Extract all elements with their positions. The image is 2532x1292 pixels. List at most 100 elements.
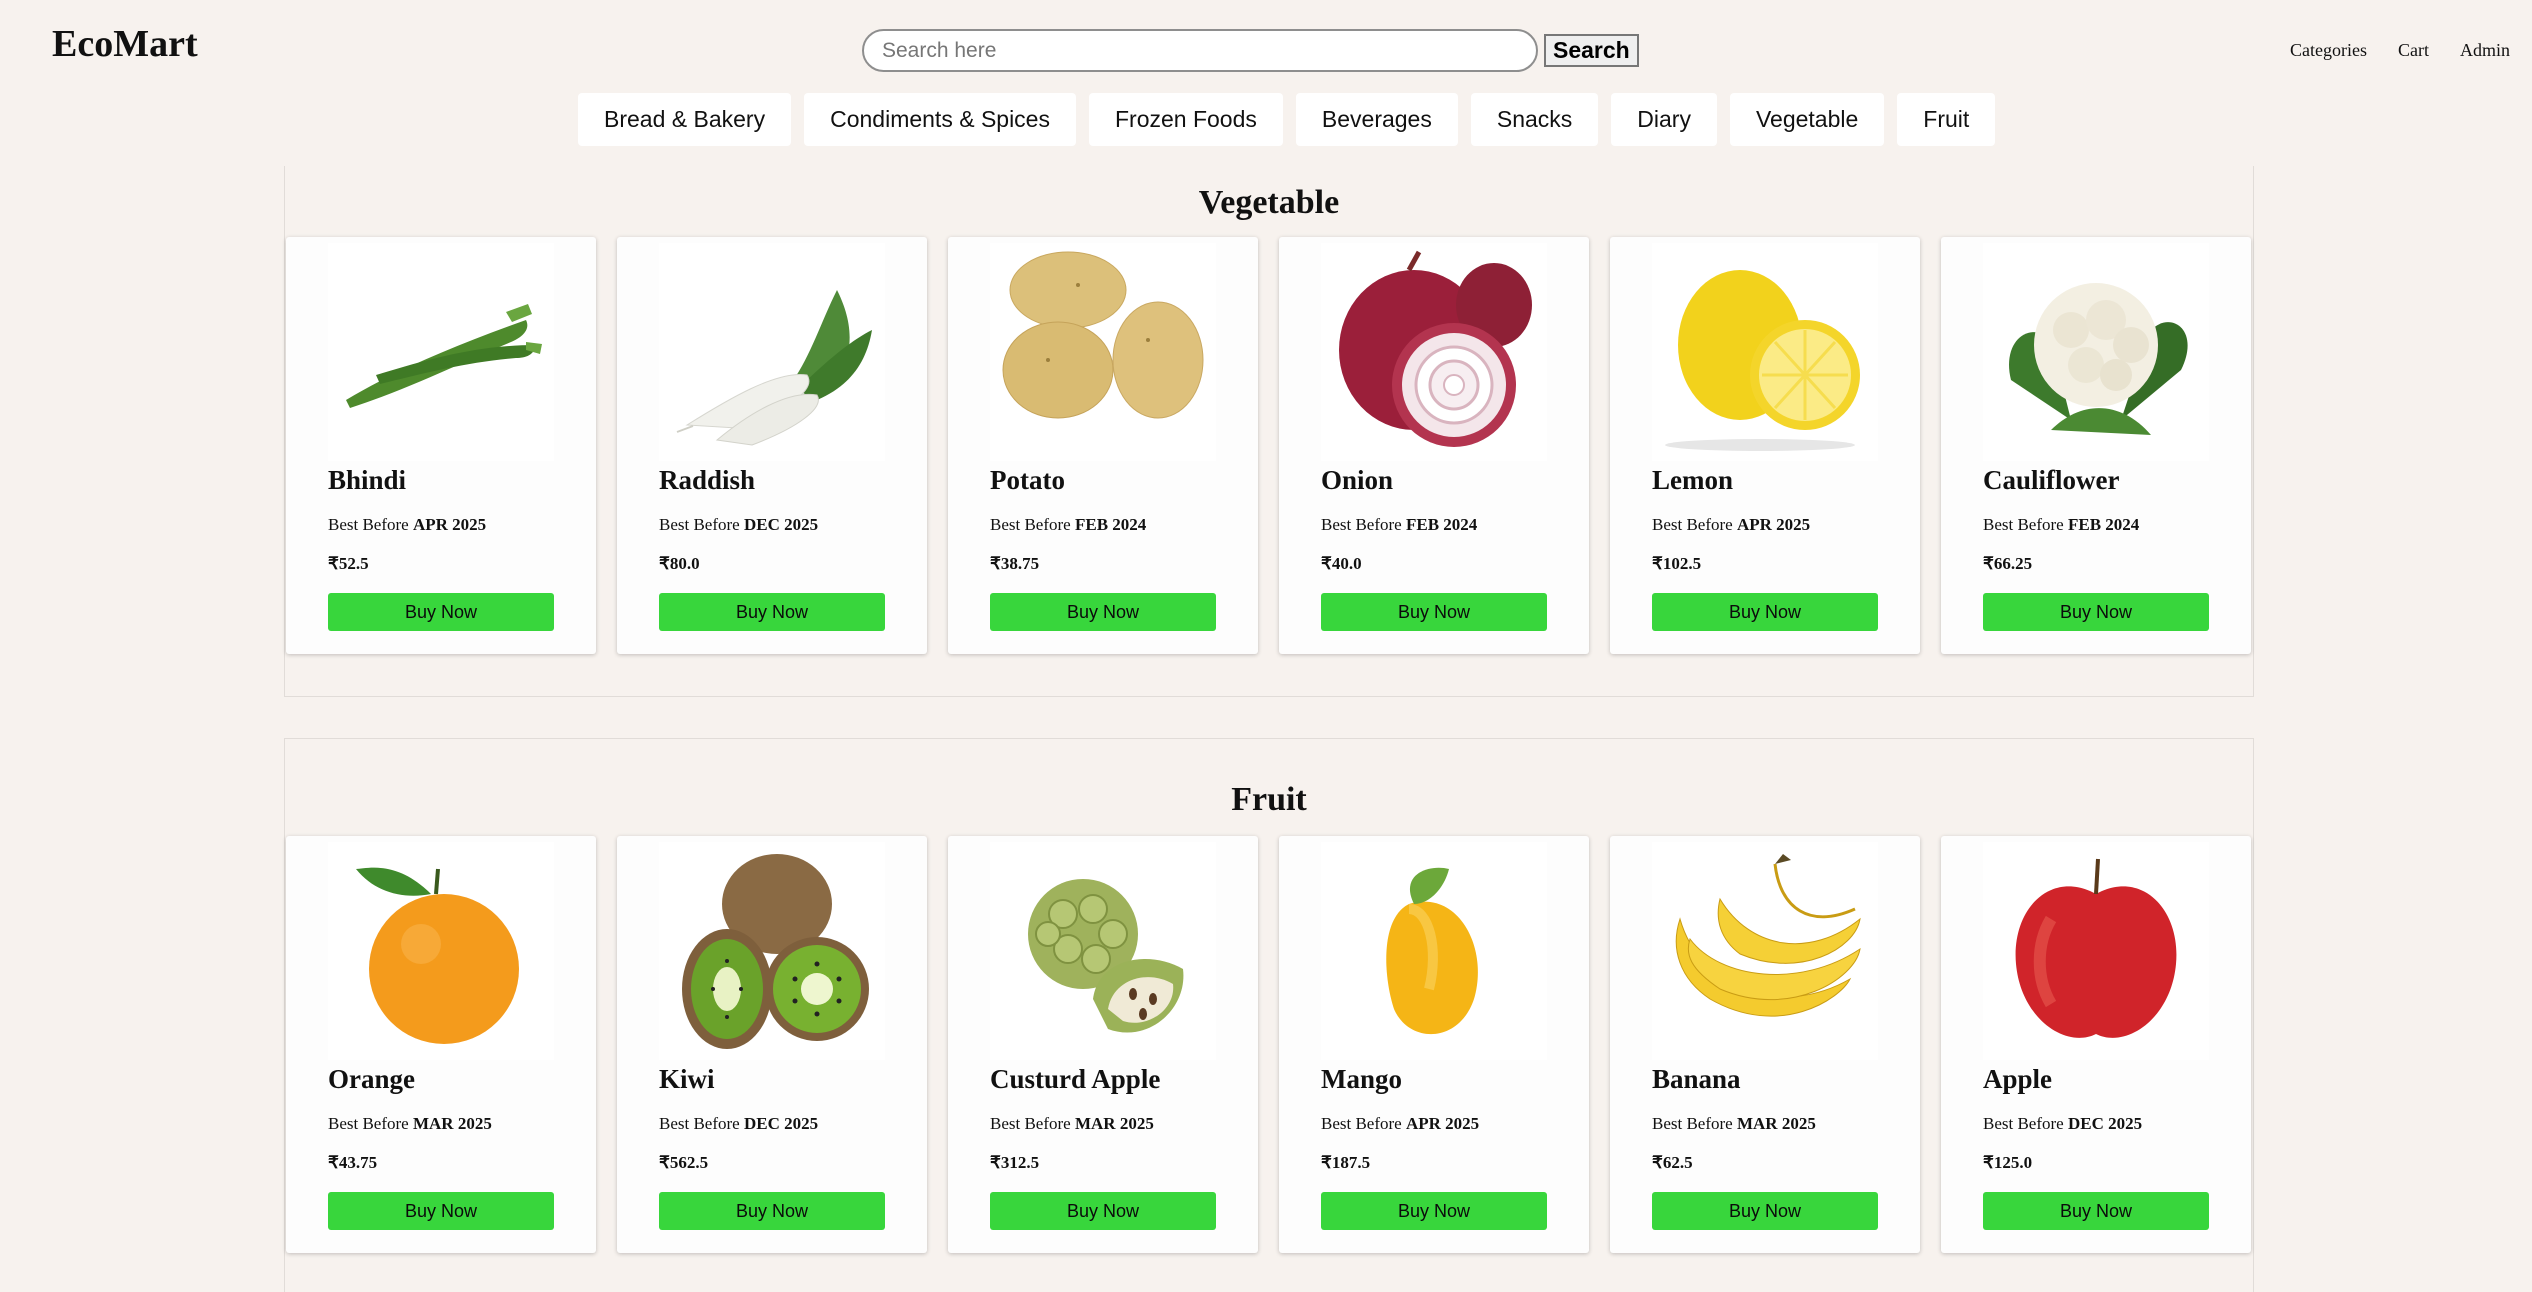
section-title: Fruit [1231,781,1307,818]
product-card[interactable]: Orange Best Before MAR 2025 ₹43.75 Buy Now [286,836,596,1253]
buy-now-button[interactable]: Buy Now [1321,1192,1547,1230]
product-card[interactable]: Cauliflower Best Before FEB 2024 ₹66.25 Buy… [1941,237,2251,654]
category-bread-bakery[interactable]: Bread & Bakery [578,93,792,146]
product-card[interactable]: Custurd Apple Best Before MAR 2025 ₹312.5 B… [948,836,1258,1253]
product-price: ₹66.25 [1983,554,2033,573]
product-price: ₹102.5 [1652,554,1702,573]
nav-admin[interactable]: Admin [2460,40,2510,61]
best-before: Best Before MAR 2025 [1652,1114,1816,1134]
custard-apple-icon [990,842,1216,1060]
best-before: Best Before FEB 2024 [990,515,1146,535]
product-price: ₹62.5 [1652,1153,1693,1172]
best-before-date: APR 2025 [1405,1114,1480,1133]
best-before-label: Best Before [328,515,409,534]
best-before-label: Best Before [1983,515,2064,534]
product-row: Orange Best Before MAR 2025 ₹43.75 Buy Now K… [286,836,2251,1253]
buy-now-button[interactable]: Buy Now [659,593,885,631]
buy-now-button[interactable]: Buy Now [990,593,1216,631]
product-name: Custurd Apple [990,1064,1161,1094]
best-before-label: Best Before [1983,1114,2064,1133]
product-card[interactable]: Banana Best Before MAR 2025 ₹62.5 Buy Now [1610,836,1920,1253]
section-title: Vegetable [1198,184,1340,221]
product-card[interactable]: Mango Best Before APR 2025 ₹187.5 Buy Now [1279,836,1589,1253]
product-name: Mango [1321,1064,1402,1094]
best-before-label: Best Before [1321,515,1402,534]
okra-icon [328,243,554,461]
fruit-section: Fruit Orange Best Before MAR 2025 ₹43.75 Bu… [284,738,2254,1292]
cauliflower-icon [1983,243,2209,461]
search-input[interactable] [862,29,1538,72]
best-before-label: Best Before [659,1114,740,1133]
product-card[interactable]: Apple Best Before DEC 2025 ₹125.0 Buy Now [1941,836,2251,1253]
product-price: ₹52.5 [328,554,369,573]
best-before-date: MAR 2025 [1736,1114,1816,1133]
best-before-date: FEB 2024 [2067,515,2140,534]
brand-logo[interactable]: EcoMart [52,22,198,66]
category-beverages[interactable]: Beverages [1295,93,1458,146]
category-diary[interactable]: Diary [1611,93,1717,146]
best-before: Best Before APR 2025 [328,515,486,535]
product-card[interactable]: Bhindi Best Before APR 2025 ₹52.5 Buy Now [286,237,596,654]
product-price: ₹43.75 [328,1153,378,1172]
buy-now-button[interactable]: Buy Now [1321,593,1547,631]
best-before: Best Before DEC 2025 [659,515,818,535]
product-price: ₹125.0 [1983,1153,2033,1172]
product-name: Lemon [1652,465,1733,495]
buy-now-button[interactable]: Buy Now [1652,593,1878,631]
product-card[interactable]: Kiwi Best Before DEC 2025 ₹562.5 Buy Now [617,836,927,1253]
best-before-date: APR 2025 [412,515,487,534]
product-name: Potato [990,465,1065,495]
product-card[interactable]: Onion Best Before FEB 2024 ₹40.0 Buy Now [1279,237,1589,654]
best-before: Best Before APR 2025 [1652,515,1810,535]
buy-now-button[interactable]: Buy Now [328,593,554,631]
product-price: ₹187.5 [1321,1153,1371,1172]
buy-now-button[interactable]: Buy Now [990,1192,1216,1230]
category-fruit[interactable]: Fruit [1897,93,1996,146]
onion-icon [1321,243,1547,461]
product-price: ₹80.0 [659,554,700,573]
lemon-icon [1652,243,1878,461]
top-nav: Categories Cart Admin [2290,40,2510,61]
best-before-date: MAR 2025 [412,1114,492,1133]
best-before-date: DEC 2025 [743,515,819,534]
search-button[interactable]: Search [1544,34,1639,67]
product-card[interactable]: Potato Best Before FEB 2024 ₹38.75 Buy Now [948,237,1258,654]
product-name: Banana [1652,1064,1741,1094]
product-card[interactable]: Raddish Best Before DEC 2025 ₹80.0 Buy Now [617,237,927,654]
product-name: Apple [1983,1064,2053,1094]
category-frozen-foods[interactable]: Frozen Foods [1088,93,1283,146]
best-before: Best Before APR 2025 [1321,1114,1479,1134]
best-before-label: Best Before [1652,515,1733,534]
nav-cart[interactable]: Cart [2398,40,2429,61]
product-card[interactable]: Lemon Best Before APR 2025 ₹102.5 Buy Now [1610,237,1920,654]
kiwi-icon [659,842,885,1060]
banana-icon [1652,842,1878,1060]
mango-icon [1321,842,1547,1060]
best-before: Best Before FEB 2024 [1321,515,1477,535]
best-before-date: FEB 2024 [1405,515,1478,534]
search-bar: Search [862,29,1639,72]
product-price: ₹40.0 [1321,554,1362,573]
header: EcoMart Search Categories Cart Admin [0,0,2532,92]
best-before: Best Before FEB 2024 [1983,515,2139,535]
category-vegetable[interactable]: Vegetable [1729,93,1885,146]
buy-now-button[interactable]: Buy Now [1652,1192,1878,1230]
vegetable-section: Vegetable Bhindi Best Before APR 2025 ₹52.… [284,166,2254,697]
buy-now-button[interactable]: Buy Now [328,1192,554,1230]
buy-now-button[interactable]: Buy Now [1983,593,2209,631]
category-condiments-spices[interactable]: Condiments & Spices [804,93,1076,146]
category-bar: Bread & Bakery Condiments & Spices Froze… [578,93,1996,146]
nav-categories[interactable]: Categories [2290,40,2367,61]
potato-icon [990,243,1216,461]
best-before-label: Best Before [1652,1114,1733,1133]
category-snacks[interactable]: Snacks [1470,93,1599,146]
product-name: Bhindi [328,465,407,495]
product-name: Raddish [659,465,756,495]
buy-now-button[interactable]: Buy Now [1983,1192,2209,1230]
product-price: ₹312.5 [990,1153,1040,1172]
product-name: Kiwi [659,1064,715,1094]
product-price: ₹562.5 [659,1153,709,1172]
best-before-label: Best Before [990,1114,1071,1133]
buy-now-button[interactable]: Buy Now [659,1192,885,1230]
best-before-date: APR 2025 [1736,515,1811,534]
